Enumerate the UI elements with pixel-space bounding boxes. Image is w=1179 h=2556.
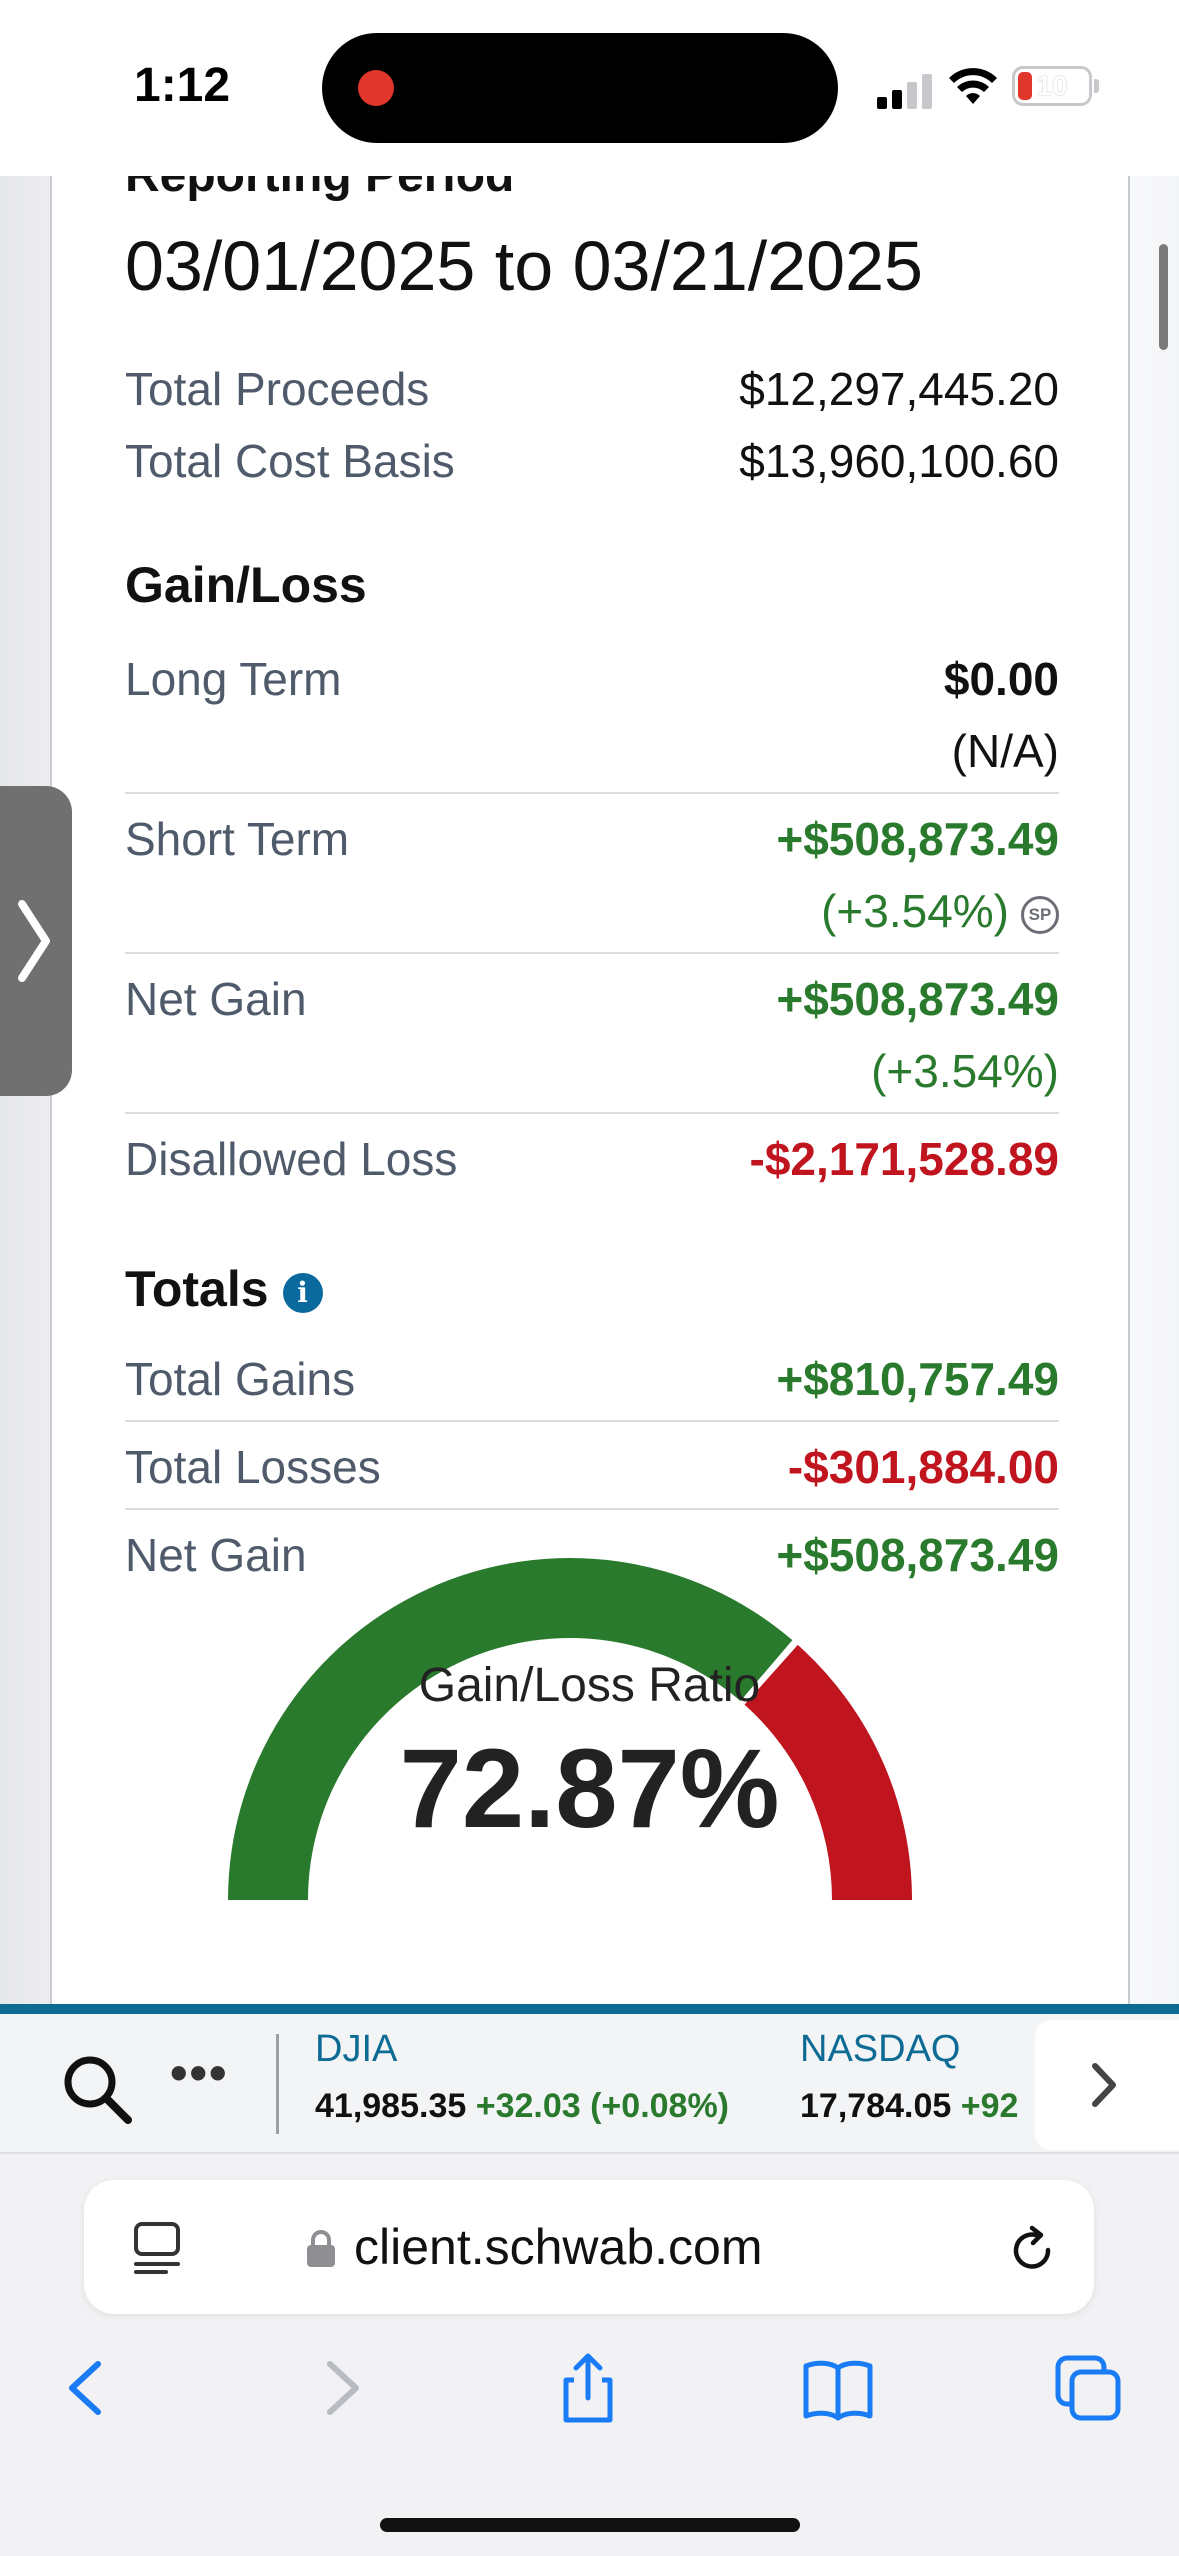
- total-proceeds-value: $12,297,445.20: [739, 363, 1059, 415]
- browser-toolbar: client.schwab.com: [0, 2154, 1179, 2556]
- short-term-value: +$508,873.49: [776, 813, 1059, 865]
- totals-title: Totals: [125, 1261, 269, 1317]
- gain-loss-heading: Gain/Loss: [125, 557, 367, 613]
- gauge-center-value: 72.87%: [399, 1726, 780, 1851]
- short-term-label: Short Term: [125, 813, 350, 865]
- dynamic-island: [322, 33, 838, 143]
- reload-icon[interactable]: [1004, 2222, 1060, 2278]
- net-gain-label: Net Gain: [125, 973, 307, 1025]
- total-gains-value: +$810,757.49: [776, 1353, 1059, 1405]
- long-term-label: Long Term: [125, 653, 342, 705]
- wifi-icon: [949, 68, 997, 104]
- address-bar[interactable]: client.schwab.com: [84, 2180, 1094, 2314]
- reporting-period-value: 03/01/2025 to 03/21/2025: [125, 227, 923, 305]
- short-term-percent-group: (+3.54%) SP: [821, 884, 1059, 938]
- total-gains-row: Total Gains +$810,757.49: [125, 1334, 1059, 1422]
- total-proceeds-row: Total Proceeds $12,297,445.20: [125, 362, 1059, 422]
- net-gain-value: +$508,873.49: [776, 973, 1059, 1025]
- home-indicator: [380, 2518, 800, 2532]
- short-term-percent: (+3.54%): [821, 885, 1009, 937]
- reporting-period-label: Reporting Period: [125, 176, 514, 203]
- total-gains-label: Total Gains: [125, 1353, 356, 1405]
- long-term-value: $0.00: [943, 653, 1059, 705]
- sp-badge-icon[interactable]: SP: [1021, 895, 1059, 934]
- cellular-signal-icon: [877, 74, 932, 109]
- status-time: 1:12: [134, 59, 231, 112]
- ticker-item-djia[interactable]: DJIA 41,985.35 +32.03 (+0.08%): [315, 2028, 729, 2126]
- ticker-value: 17,784.05: [800, 2087, 952, 2125]
- gauge-title: Gain/Loss Ratio: [418, 1659, 761, 1712]
- url-text: client.schwab.com: [354, 2219, 763, 2275]
- status-bar: 1:12 10: [0, 0, 1179, 176]
- app-screen: 1:12 10 Reporting Period 03/01/2025 to 0…: [0, 0, 1179, 2556]
- ticker-value: 41,985.35: [315, 2087, 467, 2125]
- net-gain-percent: (+3.54%): [871, 1045, 1059, 1097]
- disallowed-loss-row: Disallowed Loss -$2,171,528.89: [125, 1114, 1059, 1204]
- ticker-item-nasdaq[interactable]: NASDAQ 17,784.05 +92: [800, 2028, 1018, 2126]
- chevron-right-icon: [18, 900, 50, 982]
- ticker-name: NASDAQ: [800, 2028, 961, 2070]
- lock-icon: [307, 2230, 335, 2267]
- info-icon[interactable]: i: [282, 1272, 323, 1313]
- more-options-icon[interactable]: •••: [170, 2044, 229, 2102]
- total-proceeds-label: Total Proceeds: [125, 363, 430, 415]
- long-term-row: Long Term $0.00 (N/A): [125, 634, 1059, 794]
- recording-indicator-icon: [358, 70, 394, 106]
- total-cost-basis-label: Total Cost Basis: [125, 435, 455, 487]
- market-ticker-bar: ••• DJIA 41,985.35 +32.03 (+0.08%) NASDA…: [0, 2004, 1179, 2154]
- ticker-name: DJIA: [315, 2028, 398, 2070]
- battery-icon: 10: [1012, 66, 1092, 106]
- ticker-change: +32.03 (+0.08%): [475, 2087, 730, 2125]
- ticker-change: +92: [960, 2087, 1019, 2125]
- search-icon[interactable]: [58, 2050, 134, 2126]
- battery-cap: [1094, 79, 1099, 93]
- short-term-row: Short Term +$508,873.49 (+3.54%) SP: [125, 794, 1059, 954]
- tabs-icon[interactable]: [1050, 2350, 1126, 2426]
- chevron-right-icon: [1092, 2063, 1116, 2107]
- disallowed-loss-value: -$2,171,528.89: [749, 1133, 1060, 1185]
- forward-icon[interactable]: [302, 2350, 378, 2426]
- ticker-divider: [276, 2034, 279, 2134]
- totals-heading: Totals i: [125, 1260, 323, 1318]
- long-term-percent: (N/A): [951, 725, 1059, 777]
- side-drawer-toggle[interactable]: [0, 786, 72, 1096]
- disallowed-loss-label: Disallowed Loss: [125, 1133, 458, 1185]
- ticker-next-button[interactable]: [1035, 2020, 1179, 2150]
- net-gain-row: Net Gain +$508,873.49 (+3.54%): [125, 954, 1059, 1114]
- battery-level: 10: [1036, 70, 1068, 101]
- back-icon[interactable]: [50, 2350, 126, 2426]
- total-cost-basis-row: Total Cost Basis $13,960,100.60: [125, 434, 1059, 494]
- bookmarks-icon[interactable]: [800, 2350, 876, 2426]
- scrollbar-thumb[interactable]: [1159, 244, 1168, 350]
- total-cost-basis-value: $13,960,100.60: [739, 435, 1059, 487]
- page-menu-icon[interactable]: [132, 2220, 182, 2276]
- share-icon[interactable]: [550, 2350, 626, 2426]
